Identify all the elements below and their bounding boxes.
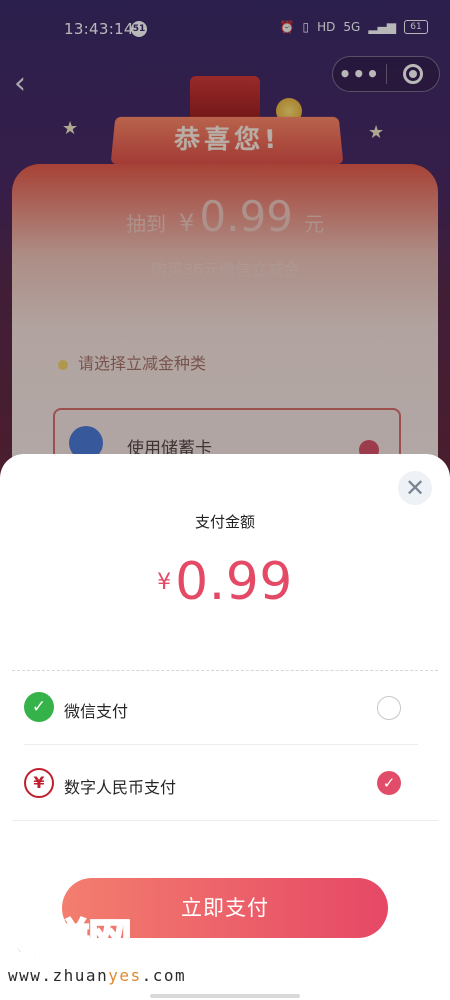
- wechat-pay-icon: ✓: [24, 692, 54, 722]
- row-divider: [24, 744, 418, 745]
- payment-amount-title: 支付金额: [194, 513, 255, 531]
- currency-symbol: ¥: [157, 569, 172, 595]
- payment-sheet: ✕ 支付金额 ¥0.99 ✓ 微信支付 ¥ 数字人民币支付 ✓ 立即支付: [0, 454, 450, 1000]
- amount-value: 0.99: [175, 552, 293, 612]
- radio-checked-icon[interactable]: ✓: [377, 771, 401, 795]
- row-divider: [12, 820, 438, 821]
- payment-method-ecny[interactable]: ¥ 数字人民币支付 ✓: [0, 746, 450, 820]
- pay-now-button[interactable]: 立即支付: [62, 878, 388, 938]
- payment-method-label: 微信支付: [64, 702, 129, 721]
- payment-method-wechat[interactable]: ✓ 微信支付: [0, 670, 450, 744]
- e-cny-icon: ¥: [24, 768, 54, 798]
- close-icon[interactable]: ✕: [398, 471, 432, 505]
- payment-amount: ¥0.99: [0, 552, 450, 612]
- home-indicator[interactable]: [150, 994, 300, 998]
- payment-method-label: 数字人民币支付: [64, 778, 177, 797]
- radio-unchecked[interactable]: [377, 696, 401, 720]
